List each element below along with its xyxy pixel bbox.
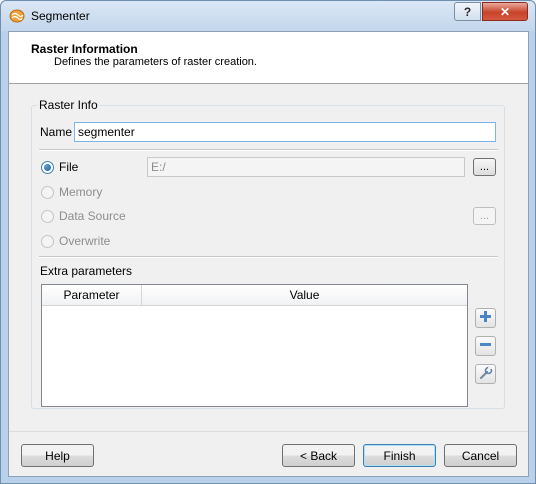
title-help-button[interactable]: ? (454, 2, 481, 21)
extra-parameters-table[interactable]: Parameter Value (41, 284, 468, 407)
page-title: Raster Information (31, 42, 138, 56)
data-source-radio-label[interactable]: Data Source (59, 209, 126, 223)
file-path-field[interactable] (147, 157, 465, 177)
data-source-browse-button[interactable]: ... (473, 207, 496, 225)
file-radio[interactable] (41, 161, 54, 174)
footer-separator (9, 431, 528, 432)
overwrite-radio-label[interactable]: Overwrite (59, 234, 110, 248)
wizard-header: Raster Information Defines the parameter… (9, 32, 528, 84)
dialog-window: Segmenter ? ✕ Raster Information Defines… (0, 0, 536, 484)
help-button-label: Help (45, 448, 70, 463)
data-source-radio[interactable] (41, 210, 54, 223)
extra-parameters-label: Extra parameters (40, 264, 133, 278)
minus-icon (479, 338, 492, 354)
cancel-button-label: Cancel (461, 448, 500, 463)
add-parameter-button[interactable] (475, 308, 496, 328)
separator (39, 149, 498, 151)
finish-button-label: Finish (383, 448, 416, 463)
edit-parameter-button[interactable] (475, 364, 496, 384)
wrench-icon (479, 366, 493, 383)
separator (39, 256, 498, 258)
column-header-value[interactable]: Value (142, 285, 467, 306)
overwrite-radio[interactable] (41, 235, 54, 248)
title-close-button[interactable]: ✕ (482, 2, 528, 21)
back-button-label: < Back (299, 448, 338, 463)
back-button[interactable]: < Back (282, 444, 355, 467)
memory-radio-label[interactable]: Memory (59, 185, 102, 199)
cancel-button[interactable]: Cancel (444, 444, 517, 467)
name-label: Name (40, 125, 73, 139)
help-button[interactable]: Help (21, 444, 94, 467)
column-header-parameter[interactable]: Parameter (42, 285, 142, 306)
file-radio-label[interactable]: File (59, 160, 78, 174)
plus-icon (479, 310, 492, 326)
memory-radio[interactable] (41, 186, 54, 199)
page-subtitle: Defines the parameters of raster creatio… (54, 56, 257, 68)
file-browse-button[interactable]: ... (473, 158, 496, 176)
app-icon (9, 8, 25, 24)
raster-info-group-title: Raster Info (37, 98, 100, 112)
window-title: Segmenter (31, 9, 90, 23)
remove-parameter-button[interactable] (475, 336, 496, 356)
finish-button[interactable]: Finish (363, 444, 436, 467)
name-field[interactable] (74, 122, 496, 142)
title-bar[interactable]: Segmenter ? ✕ (1, 1, 535, 31)
